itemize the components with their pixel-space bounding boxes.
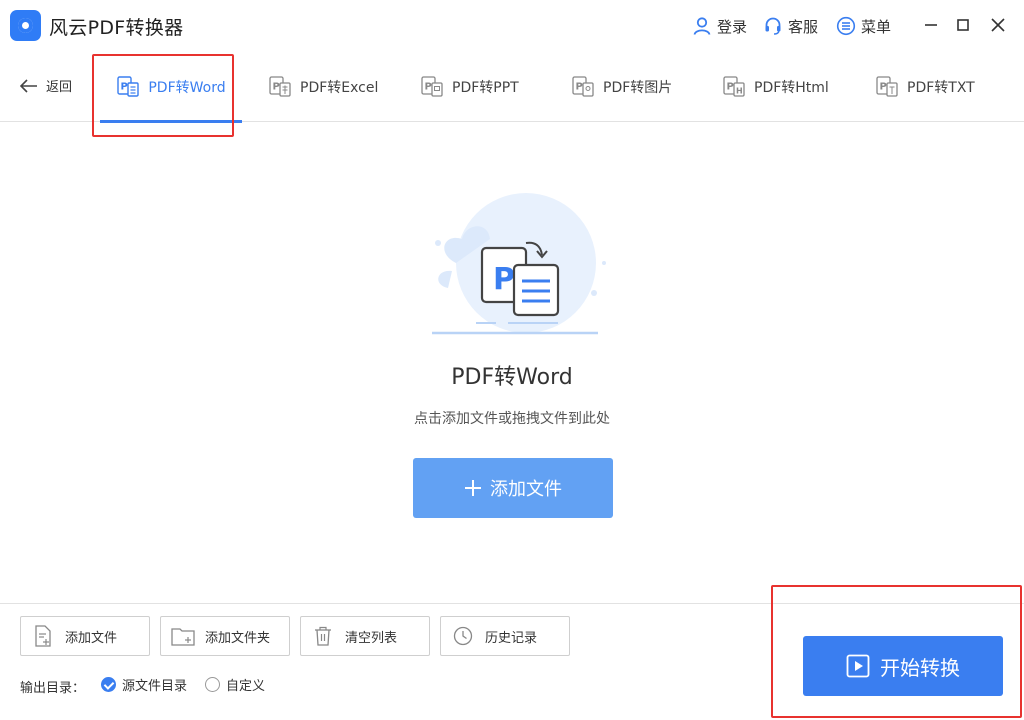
pdf-txt-icon: P [876,76,898,97]
output-option-label: 源文件目录 [122,679,188,694]
tab-pdf-to-word[interactable]: P PDF转Word [100,52,242,123]
svg-text:H: H [736,87,743,96]
app-title: 风云PDF转换器 [49,17,184,39]
tab-label: PDF转PPT [452,80,519,96]
add-folder-button[interactable]: 添加文件夹 [160,616,290,656]
minimize-button[interactable] [920,14,942,36]
tab-pdf-to-html[interactable]: P H PDF转Html [722,52,829,122]
radio-checked-icon [101,677,116,692]
pdf-excel-icon: P [269,76,291,97]
pdf-ppt-icon: P [421,76,443,97]
svg-text:P: P [493,262,515,297]
back-button[interactable]: 返回 [20,76,72,95]
app-logo-icon [10,10,41,41]
minimize-icon [925,24,937,26]
add-file-main-button[interactable]: 添加文件 [413,458,613,518]
trash-icon [301,626,345,646]
drop-hint-text: 点击添加文件或拖拽文件到此处 [414,411,610,427]
login-button[interactable]: 登录 [692,13,747,39]
customer-service-button[interactable]: 客服 [763,13,818,39]
output-option-label: 自定义 [226,679,266,694]
add-file-main-label: 添加文件 [490,479,562,499]
tab-label: PDF转Html [754,80,829,96]
login-label: 登录 [717,17,748,36]
user-icon [693,17,711,35]
start-convert-label: 开始转换 [880,657,960,680]
radio-unchecked-icon [205,677,220,692]
conversion-title: PDF转Word [451,365,573,390]
pdf-word-icon: P [117,76,140,97]
clear-list-label: 清空列表 [345,630,398,646]
tab-label: PDF转Excel [300,80,379,96]
tab-label: PDF转图片 [603,80,673,96]
maximize-icon [957,19,969,31]
close-icon [991,18,1005,32]
maximize-button[interactable] [952,14,974,36]
service-label: 客服 [788,17,819,36]
pdf-image-icon: P [572,76,594,97]
svg-text:P: P [880,82,887,93]
add-file-icon [21,625,65,647]
menu-label: 菜单 [861,17,892,36]
headset-icon [765,17,781,35]
history-label: 历史记录 [485,630,538,646]
add-folder-label: 添加文件夹 [205,630,271,646]
pdf-html-icon: P H [723,76,745,97]
svg-text:P: P [273,82,280,93]
start-convert-button[interactable]: 开始转换 [803,636,1003,696]
tab-pdf-to-ppt[interactable]: P PDF转PPT [420,52,519,122]
menu-icon [836,16,856,36]
history-button[interactable]: 历史记录 [440,616,570,656]
output-option-custom[interactable]: 自定义 [205,675,265,694]
svg-text:P: P [121,82,128,93]
clock-icon [441,626,485,646]
tab-pdf-to-image[interactable]: P PDF转图片 [571,52,672,122]
tab-label: PDF转TXT [907,80,975,96]
add-file-button[interactable]: 添加文件 [20,616,150,656]
svg-text:P: P [727,82,734,93]
bottom-toolbar: 添加文件 添加文件夹 清空列表 历史记录 输出目录： 源文件目录 自定义 开始转… [0,603,1024,720]
plus-icon [465,480,481,496]
title-bar: 风云PDF转换器 登录 客服 菜单 [0,0,1024,52]
output-dir-label: 输出目录： [20,681,86,696]
clear-list-button[interactable]: 清空列表 [300,616,430,656]
close-button[interactable] [987,14,1009,36]
tab-label: PDF转Word [148,80,226,96]
output-option-source-dir[interactable]: 源文件目录 [101,675,187,694]
menu-button[interactable]: 菜单 [836,13,891,39]
conversion-tab-bar: 返回 P PDF转Word P PDF转Excel P PDF转PPT P PD… [0,52,1024,123]
tab-pdf-to-excel[interactable]: P PDF转Excel [268,52,378,122]
svg-text:P: P [576,82,583,93]
add-file-label: 添加文件 [65,630,118,646]
back-label: 返回 [46,80,73,95]
tab-pdf-to-txt[interactable]: P PDF转TXT [875,52,975,122]
svg-text:P: P [425,82,432,93]
add-folder-icon [161,626,205,646]
arrow-left-icon [20,78,37,93]
file-drop-zone[interactable]: P PDF转Word 点击添加文件或拖拽文件到此处 添加文件 [0,123,1024,603]
play-icon [846,654,870,678]
pdf-to-word-illustration-icon: P [432,193,606,335]
